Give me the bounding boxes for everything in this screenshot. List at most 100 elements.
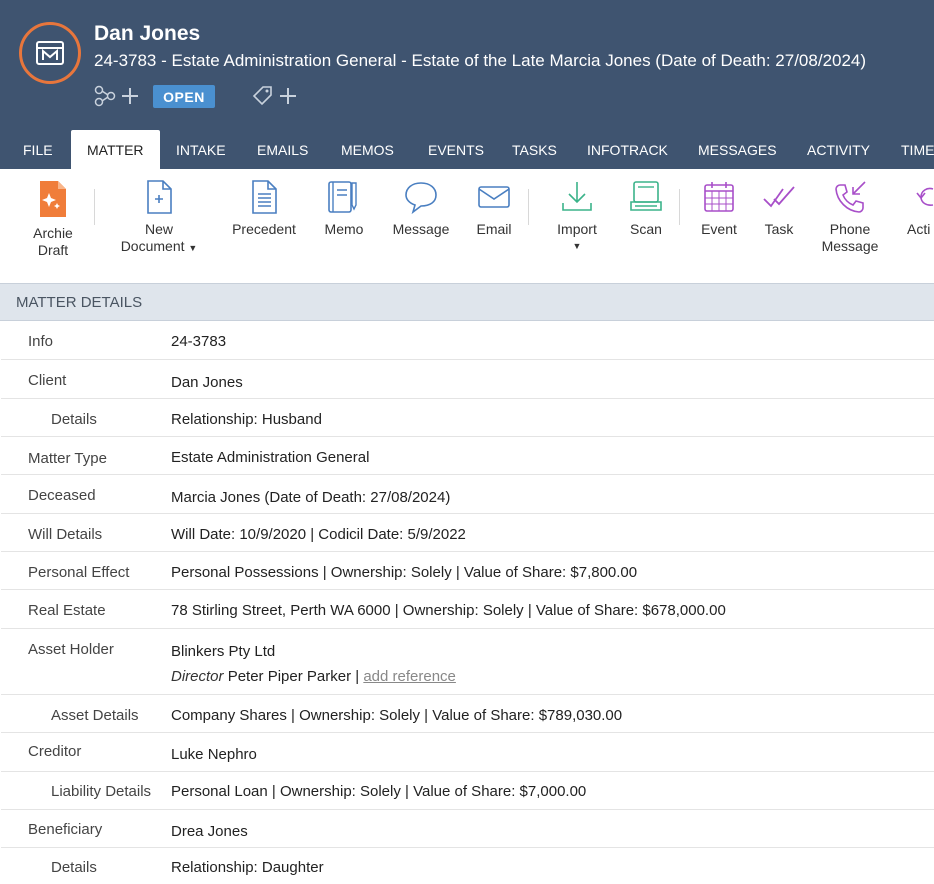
precedent-button[interactable]: Precedent <box>229 179 299 238</box>
matter-details-header[interactable]: MATTER DETAILS <box>0 283 934 321</box>
import-icon <box>562 182 592 211</box>
task-label: Task <box>764 221 794 237</box>
detail-row-client-details[interactable]: Details Relationship: Husband <box>1 399 934 437</box>
detail-row-deceased[interactable]: Deceased Marcia Jones (Date of Death: 27… <box>1 475 934 514</box>
detail-label: Asset Holder <box>28 641 114 658</box>
detail-row-personal-effect[interactable]: Personal Effect Personal Possessions | O… <box>1 552 934 590</box>
status-badge[interactable]: OPEN <box>153 85 215 108</box>
phone-message-icon <box>835 181 866 213</box>
detail-value: Luke Nephro <box>171 746 257 763</box>
new-document-icon <box>147 180 172 214</box>
tab-time[interactable]: TIME <box>885 130 934 169</box>
detail-row-will[interactable]: Will Details Will Date: 10/9/2020 | Codi… <box>1 514 934 552</box>
detail-row-client[interactable]: Client Dan Jones <box>1 360 934 399</box>
memo-icon <box>328 181 357 213</box>
toolbar-divider <box>528 189 529 225</box>
archie-label-1: Archie <box>33 225 73 241</box>
add-related-button[interactable] <box>93 84 139 108</box>
detail-row-asset-holder[interactable]: Asset Holder Blinkers Pty Ltd Director P… <box>1 629 934 695</box>
detail-value: Drea Jones <box>171 823 248 840</box>
event-label: Event <box>701 221 737 237</box>
add-tag-button[interactable] <box>251 84 299 108</box>
detail-row-liability-details[interactable]: Liability Details Personal Loan | Owners… <box>1 772 934 810</box>
link-add-icon <box>94 85 138 107</box>
detail-value: 24-3783 <box>171 333 227 350</box>
message-button[interactable]: Message <box>390 179 452 238</box>
email-icon <box>478 186 510 208</box>
activity-button[interactable]: Acti <box>907 179 934 238</box>
detail-label: Beneficiary <box>28 821 103 838</box>
detail-value: Personal Possessions | Ownership: Solely… <box>171 564 638 581</box>
detail-value: Dan Jones <box>171 374 243 391</box>
message-icon <box>405 182 437 215</box>
calendar-icon <box>704 182 734 212</box>
scan-icon <box>630 181 662 211</box>
director-name: Peter Piper Parker <box>227 668 352 685</box>
detail-label: Asset Details <box>51 707 139 724</box>
tab-memos[interactable]: MEMOS <box>325 130 410 169</box>
detail-value: Relationship: Daughter <box>171 859 324 876</box>
detail-row-real-estate[interactable]: Real Estate 78 Stirling Street, Perth WA… <box>1 590 934 629</box>
director-role: Director <box>171 668 224 685</box>
phone-label-1: Phone <box>829 221 871 237</box>
task-button[interactable]: Task <box>761 179 797 238</box>
matter-logo-icon <box>19 22 81 84</box>
detail-row-info[interactable]: Info 24-3783 <box>1 321 934 360</box>
director-separator: | <box>355 668 360 685</box>
tab-intake[interactable]: INTAKE <box>160 130 242 169</box>
dropdown-caret-icon: ▼ <box>572 241 582 251</box>
tab-emails[interactable]: EMAILS <box>241 130 324 169</box>
detail-value: Will Date: 10/9/2020 | Codicil Date: 5/9… <box>171 526 466 543</box>
matter-title: 24-3783 - Estate Administration General … <box>94 51 867 70</box>
tab-activity[interactable]: ACTIVITY <box>791 130 886 169</box>
activity-label: Acti <box>907 221 931 237</box>
memo-button[interactable]: Memo <box>320 179 368 238</box>
toolbar-divider <box>94 189 95 225</box>
detail-row-beneficiary[interactable]: Beneficiary Drea Jones <box>1 810 934 848</box>
detail-label: Info <box>28 333 54 350</box>
import-button[interactable]: Import ▼ <box>550 179 604 255</box>
event-button[interactable]: Event <box>697 179 741 238</box>
archie-draft-button[interactable]: Archie Draft <box>30 179 76 259</box>
tab-tasks[interactable]: TASKS <box>496 130 573 169</box>
detail-label: Deceased <box>28 487 96 504</box>
detail-row-beneficiary-details[interactable]: Details Relationship: Daughter <box>1 848 934 884</box>
message-label: Message <box>392 221 450 237</box>
new-document-label-1: New <box>144 221 173 237</box>
tab-messages[interactable]: MESSAGES <box>682 130 793 169</box>
dropdown-caret-icon: ▼ <box>188 243 198 253</box>
director-line: Director Peter Piper Parker | add refere… <box>171 668 456 685</box>
phone-label-2: Message <box>821 238 879 254</box>
phone-message-button[interactable]: Phone Message <box>818 179 882 255</box>
detail-label: Details <box>51 411 97 428</box>
precedent-icon <box>252 180 277 214</box>
tab-matter[interactable]: MATTER <box>71 130 160 169</box>
email-button[interactable]: Email <box>473 179 515 238</box>
detail-label: Client <box>28 372 67 389</box>
tab-infotrack[interactable]: INFOTRACK <box>571 130 684 169</box>
detail-row-asset-details[interactable]: Asset Details Company Shares | Ownership… <box>1 695 934 733</box>
tab-events[interactable]: EVENTS <box>412 130 500 169</box>
detail-value: 78 Stirling Street, Perth WA 6000 | Owne… <box>171 602 726 619</box>
scan-button[interactable]: Scan <box>627 179 665 238</box>
precedent-label: Precedent <box>232 221 296 237</box>
detail-row-matter-type[interactable]: Matter Type Estate Administration Genera… <box>1 437 934 475</box>
ribbon-toolbar: Archie Draft New Document ▼ Precedent Me… <box>0 169 934 283</box>
archie-draft-icon <box>40 181 66 217</box>
detail-label: Real Estate <box>28 602 106 619</box>
detail-label: Will Details <box>28 526 103 543</box>
toolbar-divider <box>679 189 680 225</box>
new-document-label-2: Document <box>120 238 185 254</box>
archie-label-2: Draft <box>37 242 69 258</box>
client-name: Dan Jones <box>94 22 201 45</box>
import-label: Import <box>557 221 597 237</box>
new-document-button[interactable]: New Document ▼ <box>118 179 200 257</box>
task-check-icon <box>763 186 795 208</box>
detail-label: Creditor <box>28 743 82 760</box>
detail-label: Matter Type <box>28 450 107 467</box>
detail-row-creditor[interactable]: Creditor Luke Nephro <box>1 733 934 772</box>
detail-value: Relationship: Husband <box>171 411 322 428</box>
add-reference-link[interactable]: add reference <box>363 668 456 685</box>
matter-header: Dan Jones 24-3783 - Estate Administratio… <box>0 0 934 169</box>
tab-file[interactable]: FILE <box>7 130 69 169</box>
